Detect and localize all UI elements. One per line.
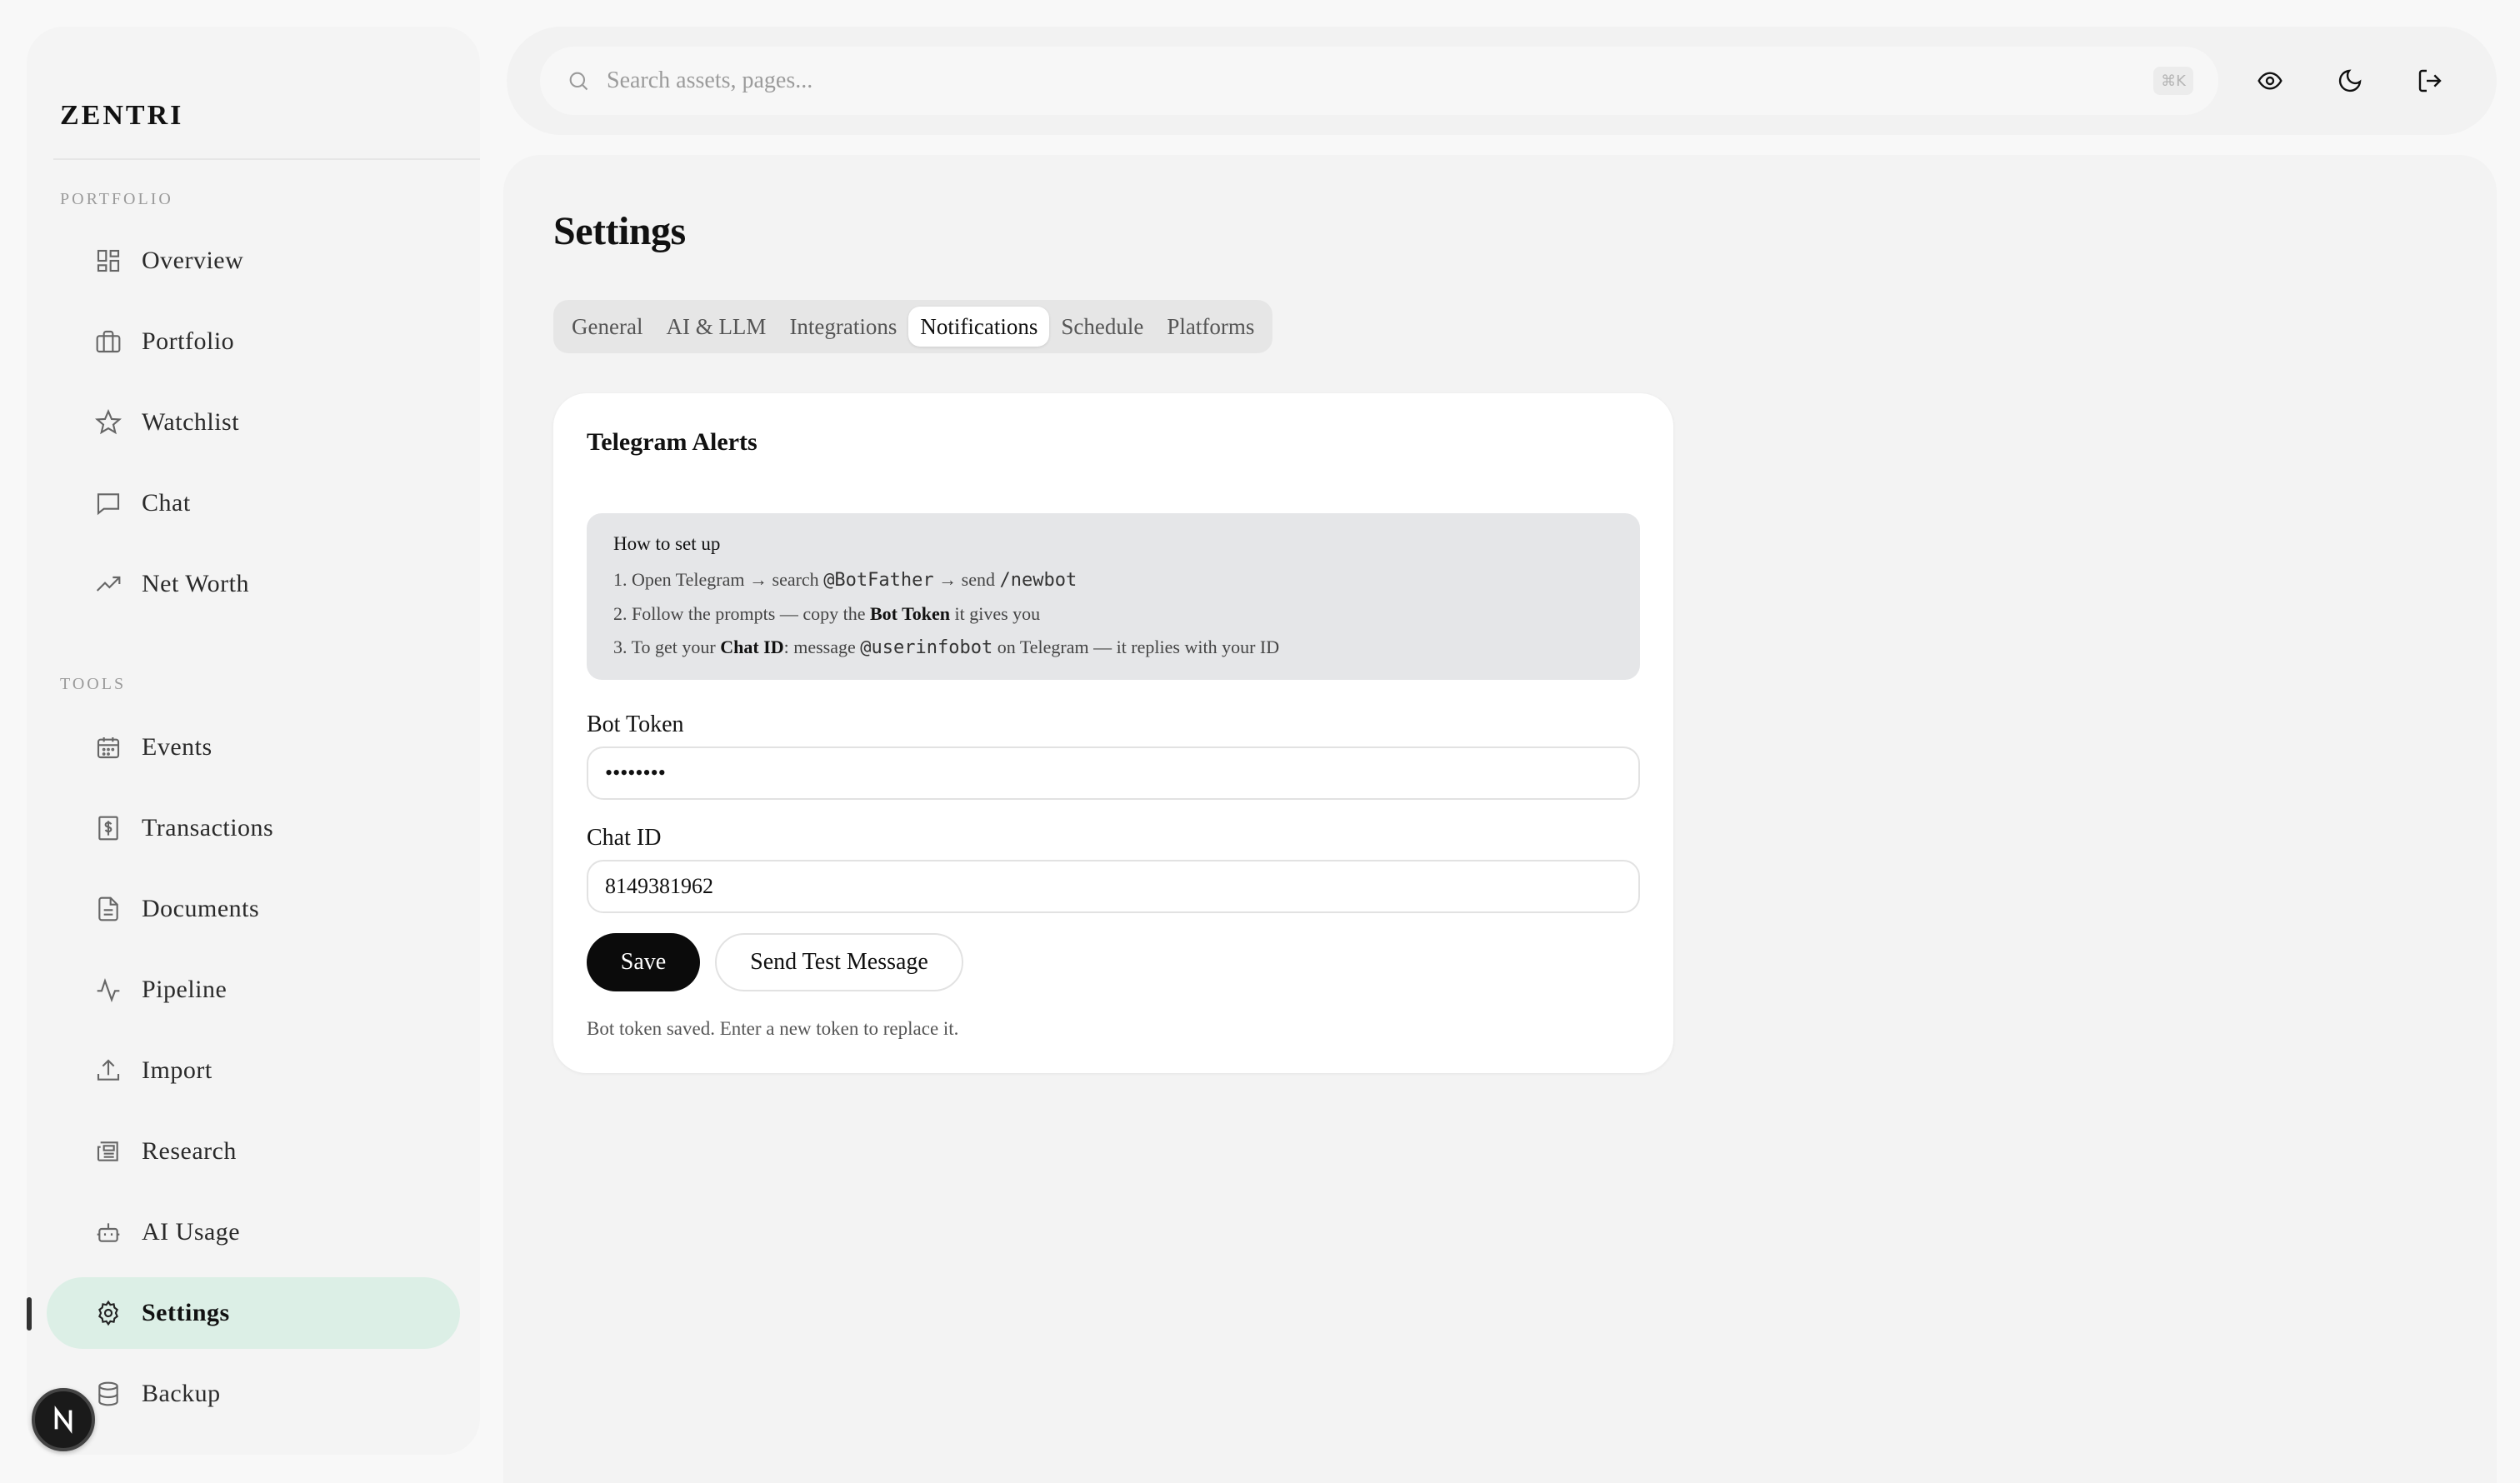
star-icon: [92, 406, 125, 439]
avatar[interactable]: [32, 1388, 95, 1451]
gear-icon: [92, 1296, 125, 1330]
sidebar-item-net-worth[interactable]: Net Worth: [47, 548, 460, 620]
sidebar-item-portfolio[interactable]: Portfolio: [47, 306, 460, 377]
sidebar-item-label: Settings: [142, 1299, 230, 1326]
eye-icon: [2258, 72, 2282, 90]
send-test-message-button[interactable]: Send Test Message: [715, 933, 963, 991]
instructions-title: How to set up: [613, 533, 721, 554]
n-logo-icon: [54, 1406, 72, 1434]
sidebar-item-label: Pipeline: [142, 976, 228, 1003]
sidebar-item-ai-usage[interactable]: AI Usage: [47, 1196, 460, 1268]
pulse-icon: [92, 973, 125, 1006]
chat-id-field[interactable]: 8149381962: [587, 860, 1640, 913]
database-icon: [92, 1377, 125, 1411]
sidebar-item-label: Portfolio: [142, 327, 235, 355]
sidebar-item-overview[interactable]: Overview: [47, 225, 460, 297]
divider: [53, 158, 480, 160]
bot-token-field[interactable]: ••••••••: [587, 746, 1640, 800]
sidebar-item-label: Events: [142, 733, 212, 761]
sidebar-item-backup[interactable]: Backup: [47, 1358, 460, 1430]
sidebar-item-label: Backup: [142, 1380, 221, 1407]
section-label-tools: TOOLS: [60, 675, 127, 693]
search-placeholder: Search assets, pages...: [607, 67, 813, 93]
search-input[interactable]: Search assets, pages... ⌘K: [540, 47, 2218, 115]
sidebar-item-label: AI Usage: [142, 1218, 241, 1246]
sidebar-item-documents[interactable]: Documents: [47, 873, 460, 945]
tab-integrations[interactable]: Integrations: [778, 307, 908, 347]
sidebar-item-label: Net Worth: [142, 570, 250, 597]
newspaper-icon: [92, 1135, 125, 1168]
setup-instructions: How to set up 1. Open Telegram → search …: [587, 513, 1640, 680]
sidebar-item-label: Overview: [142, 247, 244, 274]
brand-logo: ZENTRI: [60, 100, 184, 131]
active-indicator: [27, 1297, 32, 1331]
page-title: Settings: [553, 209, 686, 253]
grid-icon: [92, 244, 125, 277]
instruction-step-2: 2. Follow the prompts — copy the Bot Tok…: [613, 603, 1041, 624]
sidebar-item-watchlist[interactable]: Watchlist: [47, 387, 460, 458]
trending-up-icon: [92, 567, 125, 601]
moon-icon: [2338, 69, 2362, 92]
sidebar-item-chat[interactable]: Chat: [47, 467, 460, 539]
sidebar-item-settings[interactable]: Settings: [47, 1277, 460, 1349]
sidebar: ZENTRI PORTFOLIO Overview Portfolio Watc…: [27, 27, 480, 1455]
status-message: Bot token saved. Enter a new token to re…: [587, 1018, 959, 1039]
sidebar-item-pipeline[interactable]: Pipeline: [47, 954, 460, 1026]
bot-icon: [92, 1216, 125, 1249]
shortcut-badge: ⌘K: [2153, 67, 2193, 95]
instruction-step-3: 3. To get your Chat ID: message @userinf…: [613, 637, 1280, 658]
tab-ai-llm[interactable]: AI & LLM: [654, 307, 778, 347]
document-icon: [92, 892, 125, 926]
main-panel: Settings General AI & LLM Integrations N…: [503, 155, 2497, 1483]
section-label-portfolio: PORTFOLIO: [60, 190, 173, 208]
bot-token-label: Bot Token: [587, 712, 684, 737]
sidebar-item-import[interactable]: Import: [47, 1035, 460, 1106]
chat-icon: [92, 487, 125, 520]
tab-general[interactable]: General: [560, 307, 654, 347]
tab-platforms[interactable]: Platforms: [1155, 307, 1266, 347]
topbar: Search assets, pages... ⌘K: [507, 27, 2497, 135]
settings-tabs: General AI & LLM Integrations Notificati…: [553, 300, 1273, 353]
tab-schedule[interactable]: Schedule: [1049, 307, 1155, 347]
receipt-icon: [92, 811, 125, 845]
save-button[interactable]: Save: [587, 933, 700, 991]
sidebar-item-transactions[interactable]: Transactions: [47, 792, 460, 864]
upload-icon: [92, 1054, 125, 1087]
calendar-icon: [92, 731, 125, 764]
sidebar-item-label: Documents: [142, 895, 260, 922]
tab-notifications[interactable]: Notifications: [908, 307, 1050, 347]
logout-button[interactable]: [2412, 62, 2448, 99]
telegram-alerts-card: Telegram Alerts How to set up 1. Open Te…: [553, 393, 1673, 1073]
sidebar-item-label: Watchlist: [142, 408, 240, 436]
sidebar-item-research[interactable]: Research: [47, 1116, 460, 1187]
chat-id-label: Chat ID: [587, 825, 662, 851]
logout-icon: [2418, 69, 2442, 92]
sidebar-item-events[interactable]: Events: [47, 712, 460, 783]
card-title: Telegram Alerts: [587, 428, 758, 456]
instruction-step-1: 1. Open Telegram → search @BotFather → s…: [613, 569, 1078, 591]
theme-toggle-button[interactable]: [2332, 62, 2368, 99]
search-icon: [567, 69, 590, 92]
briefcase-icon: [92, 325, 125, 358]
sidebar-item-label: Research: [142, 1137, 237, 1165]
sidebar-item-label: Import: [142, 1056, 212, 1084]
sidebar-item-label: Chat: [142, 489, 191, 517]
visibility-toggle-button[interactable]: [2252, 62, 2288, 99]
sidebar-item-label: Transactions: [142, 814, 274, 841]
